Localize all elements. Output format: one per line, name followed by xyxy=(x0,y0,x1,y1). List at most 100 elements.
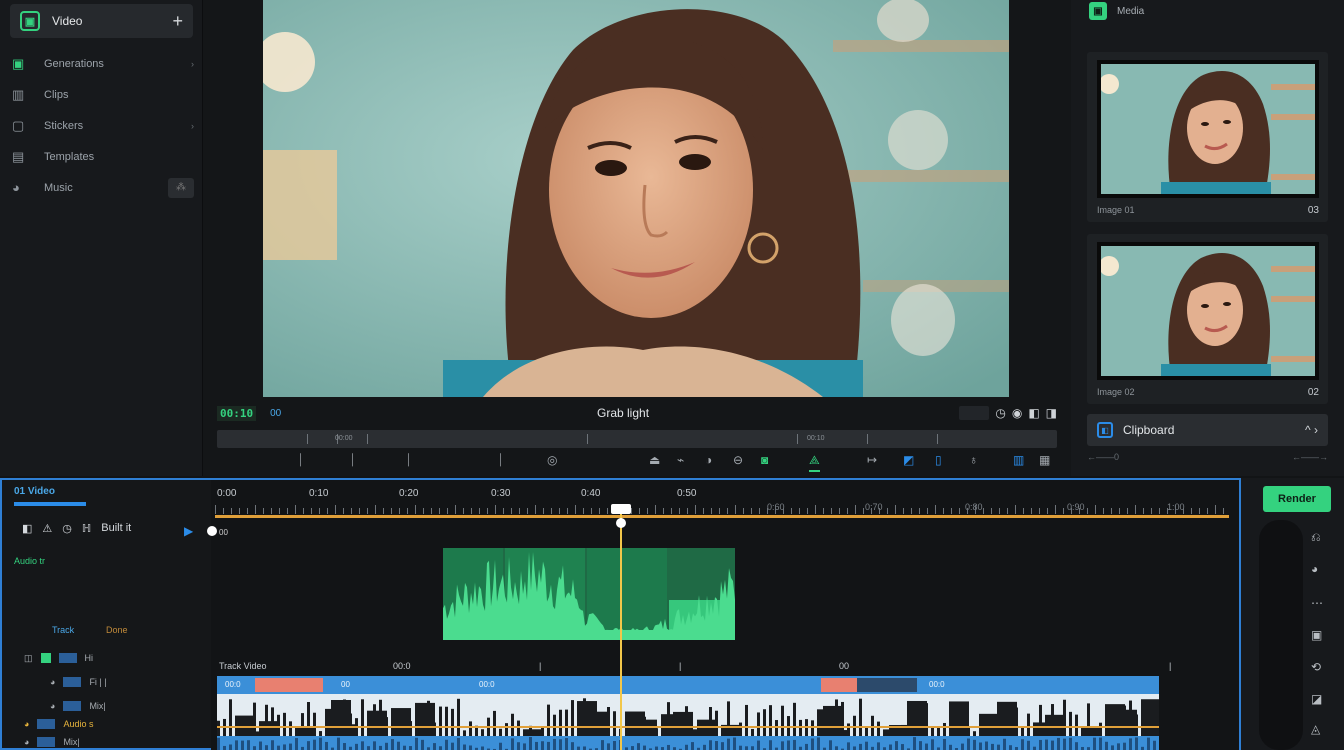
track-name: Mix| xyxy=(89,701,106,711)
media-card-count: 02 xyxy=(1307,387,1319,398)
ruler-label: 0:10 xyxy=(309,488,329,499)
clip-marker[interactable] xyxy=(255,678,323,692)
sidebar-item-music[interactable]: ◕ Music ⁂ xyxy=(12,172,194,203)
track-header-row[interactable]: ◕ Mix| xyxy=(24,734,204,750)
rect-icon[interactable]: ▯ xyxy=(935,453,942,467)
more-icon[interactable]: ⋯ xyxy=(1311,596,1323,610)
track-color-chip xyxy=(37,719,56,729)
grid-alt-icon[interactable]: ▦ xyxy=(1039,453,1050,467)
location-icon[interactable]: ♁ xyxy=(969,453,978,467)
sidebar-title: Video xyxy=(52,14,83,28)
track-name: Mix| xyxy=(63,737,80,747)
track-header-row[interactable]: ◕ Mix| xyxy=(24,698,204,714)
sidebar-header[interactable]: ▣ Video + xyxy=(10,4,193,38)
clock-icon[interactable]: ◷ xyxy=(995,406,1005,420)
playhead-dot[interactable] xyxy=(616,518,626,528)
sidebar-item-label: Stickers xyxy=(44,119,84,132)
media-panel-header: ▣ Media xyxy=(1089,0,1144,22)
media-sidebar: ▣ Video + ▣ Generations › ▥ Clips ▢ Stic… xyxy=(0,0,203,476)
render-button[interactable]: Render xyxy=(1263,486,1331,512)
marker-icon[interactable]: ⏐ xyxy=(349,453,356,468)
track-clock-icon[interactable]: ◷ xyxy=(62,522,72,535)
chevron-right-icon: › xyxy=(191,58,194,69)
media-card[interactable]: Image 01 03 xyxy=(1087,52,1328,222)
sticker-icon: ▢ xyxy=(12,117,25,133)
loop-icon[interactable]: ⟲ xyxy=(1311,660,1321,674)
sidebar-item-templates[interactable]: ▤ Templates xyxy=(12,141,194,172)
clip-marker[interactable] xyxy=(821,678,857,692)
track-header-row[interactable]: ◕ Fi | | xyxy=(24,674,204,690)
ruler-ticks xyxy=(215,504,1229,514)
time-ruler[interactable]: 0:00 0:10 0:20 0:30 0:40 0:50 0:60 0:70 … xyxy=(211,486,1239,512)
target-icon[interactable]: ◎ xyxy=(547,453,557,467)
video-track[interactable]: 00:0 00 00:0 00:0 xyxy=(217,676,1161,750)
music-icon: ◕ xyxy=(12,180,20,195)
portrait-frame-image xyxy=(263,0,1009,397)
triangle-tool-icon[interactable]: ⟁ xyxy=(809,453,820,472)
sidebar-item-clips[interactable]: ▥ Clips xyxy=(12,79,194,110)
undo-icon[interactable]: ⎌ xyxy=(1311,530,1321,545)
playhead-line[interactable] xyxy=(620,504,622,750)
grid-icon[interactable]: ▥ xyxy=(1013,453,1024,467)
track-h-icon[interactable]: ℍ xyxy=(82,522,91,535)
app-logo-icon: ▣ xyxy=(20,11,40,31)
layout-icon[interactable]: ◪ xyxy=(1311,692,1322,706)
contrast-icon[interactable]: ◑ xyxy=(705,453,712,467)
work-area-bar[interactable] xyxy=(215,515,1229,518)
video-track-footer xyxy=(217,736,1159,750)
video-preview-canvas[interactable] xyxy=(263,0,1009,397)
marker-icon[interactable]: ⏐ xyxy=(297,453,304,468)
arrow-right-icon[interactable]: ↦ xyxy=(867,453,877,467)
music-badge-icon[interactable]: ⁂ xyxy=(168,177,194,198)
media-panel-footer: ←——0 ←——→ xyxy=(1087,452,1328,462)
media-card-caption: Image 02 xyxy=(1097,387,1135,397)
media-card-caption: Image 01 xyxy=(1097,205,1135,215)
track-progress-bar xyxy=(14,502,86,506)
playhead-handle[interactable] xyxy=(611,504,631,514)
play-icon[interactable]: ▶ xyxy=(184,524,193,538)
marker-icon[interactable]: ⏐ xyxy=(405,453,412,468)
footer-slider-right[interactable]: ←——→ xyxy=(1292,452,1328,462)
clip-title: Grab light xyxy=(597,406,650,420)
clip-label: 00 xyxy=(341,680,350,689)
eject-icon[interactable]: ⏏ xyxy=(649,453,660,467)
crop-icon[interactable]: ◙ xyxy=(761,453,768,467)
track-lock-icon[interactable]: ◧ xyxy=(22,522,32,535)
audio-clip-waveform[interactable] xyxy=(443,548,735,640)
video-track-header xyxy=(217,676,1159,694)
split-view-icon[interactable]: ◧ xyxy=(1028,406,1039,420)
track-type-icon: ◕ xyxy=(50,677,56,687)
clip-marker[interactable] xyxy=(857,678,917,692)
thumbnail-image xyxy=(1101,246,1315,376)
add-icon[interactable]: + xyxy=(172,11,183,32)
frame-icon: ▣ xyxy=(12,55,25,71)
media-card[interactable]: Image 02 02 xyxy=(1087,234,1328,404)
record-icon[interactable]: ◉ xyxy=(1012,406,1022,420)
track-type-icon: ◕ xyxy=(50,701,56,711)
marker-icon[interactable]: ⏐ xyxy=(497,453,504,468)
track-name: Fi | | xyxy=(89,677,107,687)
wave-icon[interactable]: ⌁ xyxy=(677,453,684,467)
track-panel-title: 01 Video xyxy=(14,486,55,497)
preview-scrubber[interactable]: 00:00 00:10 xyxy=(217,430,1057,448)
clipboard-button[interactable]: ◧ Clipboard ^ › xyxy=(1087,414,1328,446)
layer-icon[interactable]: ◩ xyxy=(903,453,914,467)
effects-icon[interactable]: ◬ xyxy=(1311,722,1320,736)
footer-slider-left[interactable]: ←——0 xyxy=(1087,452,1119,462)
vertical-scrollbar[interactable] xyxy=(1259,520,1303,750)
track-header-row[interactable]: ◫ Hi xyxy=(24,650,204,666)
media-icon[interactable]: ▣ xyxy=(1311,628,1322,642)
zoom-slider[interactable] xyxy=(959,406,990,420)
track-header-row[interactable]: ◕ Audio s xyxy=(24,716,204,732)
expand-arrows-icon[interactable]: ^ › xyxy=(1305,423,1318,437)
track-warning-icon[interactable]: ⚠ xyxy=(42,522,52,535)
music-icon[interactable]: ◕ xyxy=(1311,562,1318,576)
sidebar-item-generations[interactable]: ▣ Generations › xyxy=(12,48,194,79)
media-panel-title: Media xyxy=(1117,5,1145,17)
timeline-start-handle[interactable] xyxy=(207,526,217,536)
compare-icon[interactable]: ◨ xyxy=(1046,406,1057,420)
track-name: Hi xyxy=(84,653,94,663)
timeline[interactable]: 0:00 0:10 0:20 0:30 0:40 0:50 0:60 0:70 … xyxy=(207,478,1239,750)
sidebar-item-stickers[interactable]: ▢ Stickers › xyxy=(12,110,194,141)
minus-circle-icon[interactable]: ⊖ xyxy=(733,453,743,467)
